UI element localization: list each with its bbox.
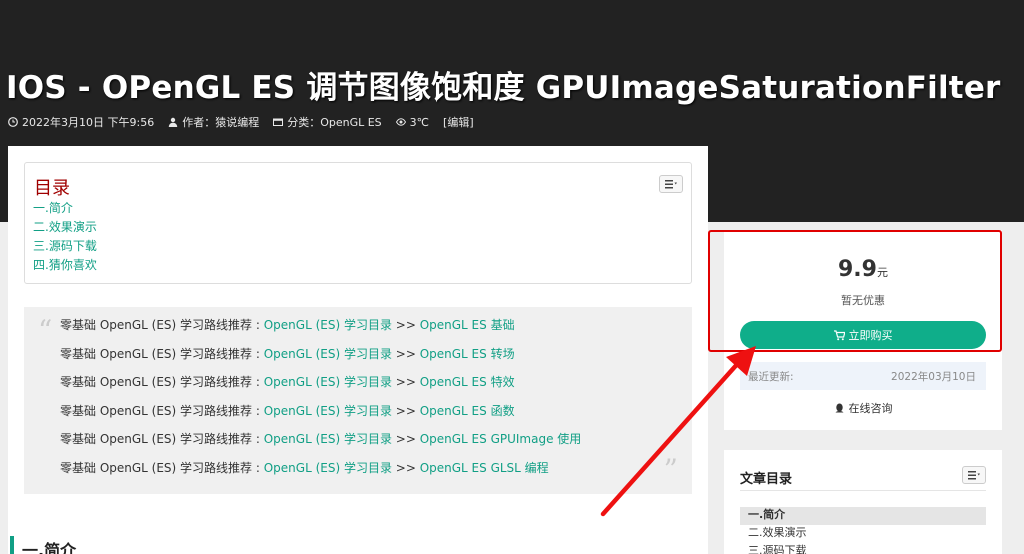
meta-views-text: 3℃ bbox=[409, 115, 430, 129]
quote-link-topic[interactable]: OpenGL ES 特效 bbox=[420, 375, 515, 389]
quote-link-directory[interactable]: OpenGL (ES) 学习目录 bbox=[264, 404, 392, 418]
quote-line: 零基础 OpenGL (ES) 学习路线推荐 : OpenGL (ES) 学习目… bbox=[60, 344, 581, 373]
quote-open-icon: “ bbox=[38, 314, 53, 347]
toc-item[interactable]: 二.效果演示 bbox=[33, 218, 97, 237]
section-heading: 一.简介 bbox=[10, 536, 76, 554]
quote-link-topic[interactable]: OpenGL ES 函数 bbox=[420, 404, 515, 418]
sidebar-toc-toggle-button[interactable] bbox=[962, 466, 986, 484]
list-icon bbox=[968, 470, 980, 479]
quote-prefix: 零基础 OpenGL (ES) 学习路线推荐 : bbox=[60, 318, 264, 332]
quote-separator: >> bbox=[391, 375, 420, 389]
sidebar-toc-title: 文章目录 bbox=[740, 472, 793, 487]
toc-toggle-button[interactable] bbox=[659, 175, 683, 193]
quote-separator: >> bbox=[391, 460, 420, 475]
quote-link-directory[interactable]: OpenGL (ES) 学习目录 bbox=[264, 318, 392, 332]
sidebar-toc-item[interactable]: 二.效果演示 bbox=[740, 525, 986, 543]
qq-icon bbox=[835, 403, 843, 412]
toc-item[interactable]: 一.简介 bbox=[33, 199, 97, 218]
article-content: 目录 一.简介 二.效果演示 三.源码下载 四.猜你喜欢 “ 零基础 OpenG… bbox=[8, 146, 708, 554]
quote-prefix: 零基础 OpenGL (ES) 学习路线推荐 : bbox=[60, 375, 264, 389]
quote-separator: >> bbox=[391, 403, 420, 418]
folder-icon bbox=[273, 118, 284, 126]
quote-separator: >> bbox=[391, 346, 420, 361]
quote-close-icon: ” bbox=[663, 453, 678, 486]
quote-link-topic[interactable]: OpenGL ES GPUImage 使用 bbox=[420, 432, 582, 446]
quote-line: 零基础 OpenGL (ES) 学习路线推荐 : OpenGL (ES) 学习目… bbox=[60, 372, 581, 401]
quote-link-directory[interactable]: OpenGL (ES) 学习目录 bbox=[264, 461, 392, 475]
last-updated: 最近更新: 2022年03月10日 bbox=[740, 362, 986, 390]
meta-date-text: 2022年3月10日 下午9:56 bbox=[22, 116, 155, 129]
toc-title: 目录 bbox=[34, 178, 70, 199]
online-consult-label: 在线咨询 bbox=[848, 402, 893, 415]
quote-line: 零基础 OpenGL (ES) 学习路线推荐 : OpenGL (ES) 学习目… bbox=[60, 458, 581, 487]
user-icon bbox=[169, 117, 178, 127]
toc-list: 一.简介 二.效果演示 三.源码下载 四.猜你喜欢 bbox=[33, 199, 97, 275]
learning-path-quote: “ 零基础 OpenGL (ES) 学习路线推荐 : OpenGL (ES) 学… bbox=[24, 307, 692, 494]
quote-line: 零基础 OpenGL (ES) 学习路线推荐 : OpenGL (ES) 学习目… bbox=[60, 315, 581, 344]
quote-link-topic[interactable]: OpenGL ES GLSL 编程 bbox=[420, 461, 549, 475]
quote-separator: >> bbox=[391, 432, 420, 446]
last-updated-date: 2022年03月10日 bbox=[891, 370, 976, 383]
quote-lines: 零基础 OpenGL (ES) 学习路线推荐 : OpenGL (ES) 学习目… bbox=[60, 315, 581, 486]
clock-icon bbox=[8, 117, 18, 127]
online-consult-link[interactable]: 在线咨询 bbox=[724, 400, 1002, 416]
quote-separator: >> bbox=[391, 318, 420, 332]
quote-link-topic[interactable]: OpenGL ES 基础 bbox=[420, 318, 515, 332]
meta-author-text: 作者：猿说编程 bbox=[182, 116, 260, 129]
list-icon bbox=[665, 179, 677, 188]
quote-line: 零基础 OpenGL (ES) 学习路线推荐 : OpenGL (ES) 学习目… bbox=[60, 401, 581, 430]
sidebar-article-toc: 文章目录 一.简介 二.效果演示 三.源码下载 bbox=[724, 450, 1002, 554]
sidebar-toc-item[interactable]: 三.源码下载 bbox=[740, 543, 986, 554]
quote-line: 零基础 OpenGL (ES) 学习路线推荐 : OpenGL (ES) 学习目… bbox=[60, 429, 581, 458]
sidebar-toc-item[interactable]: 一.简介 bbox=[740, 507, 986, 525]
quote-prefix: 零基础 OpenGL (ES) 学习路线推荐 : bbox=[60, 432, 264, 446]
meta-author[interactable]: 作者：猿说编程 bbox=[168, 114, 259, 130]
quote-prefix: 零基础 OpenGL (ES) 学习路线推荐 : bbox=[60, 460, 264, 475]
eye-icon bbox=[395, 118, 406, 126]
toc-item[interactable]: 三.源码下载 bbox=[33, 237, 97, 256]
quote-link-directory[interactable]: OpenGL (ES) 学习目录 bbox=[264, 375, 392, 389]
article-title: IOS - OPenGL ES 调节图像饱和度 GPUImageSaturati… bbox=[6, 70, 1001, 106]
quote-link-directory[interactable]: OpenGL (ES) 学习目录 bbox=[264, 432, 392, 446]
last-updated-label: 最近更新: bbox=[748, 370, 794, 383]
edit-link[interactable]: [编辑] bbox=[443, 114, 474, 130]
table-of-contents: 目录 一.简介 二.效果演示 三.源码下载 四.猜你喜欢 bbox=[24, 162, 692, 284]
article-meta: 2022年3月10日 下午9:56 作者：猿说编程 分类：OpenGL ES 3… bbox=[8, 114, 474, 130]
divider bbox=[740, 490, 986, 491]
toc-item[interactable]: 四.猜你喜欢 bbox=[33, 256, 97, 275]
sidebar-toc-list: 一.简介 二.效果演示 三.源码下载 bbox=[740, 507, 986, 554]
meta-category[interactable]: 分类：OpenGL ES bbox=[273, 114, 382, 130]
meta-date: 2022年3月10日 下午9:56 bbox=[8, 114, 154, 130]
quote-prefix: 零基础 OpenGL (ES) 学习路线推荐 : bbox=[60, 346, 264, 361]
quote-prefix: 零基础 OpenGL (ES) 学习路线推荐 : bbox=[60, 403, 264, 418]
highlight-box bbox=[708, 230, 1002, 352]
meta-views: 3℃ bbox=[395, 114, 430, 130]
meta-category-text: 分类：OpenGL ES bbox=[287, 116, 382, 129]
quote-link-directory[interactable]: OpenGL (ES) 学习目录 bbox=[264, 347, 392, 361]
quote-link-topic[interactable]: OpenGL ES 转场 bbox=[420, 347, 515, 361]
